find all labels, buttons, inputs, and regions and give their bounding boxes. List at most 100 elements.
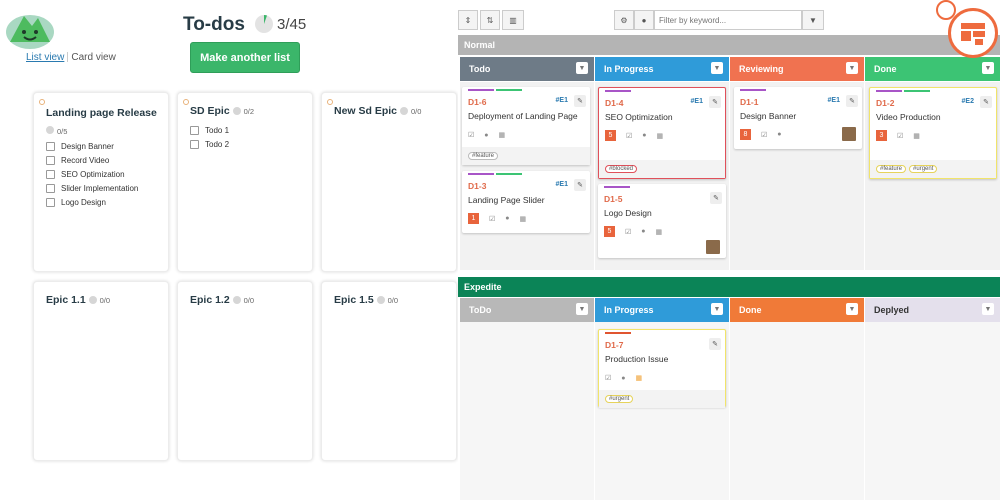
todo-list-card[interactable]: Epic 1.2 0/0 <box>177 281 313 461</box>
edit-icon[interactable]: ✎ <box>574 95 586 107</box>
todo-list-card[interactable]: New Sd Epic 0/0 <box>321 92 457 272</box>
column-header-in-progress[interactable]: In Progress ▼ <box>595 298 729 322</box>
epic-tag[interactable]: #E1 <box>691 98 703 105</box>
swimlane-normal[interactable]: Normal <box>458 35 1000 55</box>
epic-tag[interactable]: #E2 <box>962 98 974 105</box>
kanban-card[interactable]: D1-1 #E1 ✎ Design Banner 8 ☑ ● <box>734 87 862 149</box>
label-chip[interactable]: #urgent <box>605 395 634 403</box>
checkbox[interactable] <box>46 183 55 193</box>
card-view-link[interactable]: Card view <box>71 52 115 63</box>
list-title[interactable]: Landing page Release <box>46 107 157 119</box>
todo-item[interactable]: Todo 1 <box>190 123 229 137</box>
chevron-down-icon[interactable]: ▼ <box>711 62 723 74</box>
checkbox[interactable] <box>46 197 55 207</box>
chevron-down-icon[interactable]: ▼ <box>846 62 858 74</box>
comment-icon[interactable]: ● <box>505 215 509 222</box>
chevron-down-icon[interactable]: ▼ <box>846 303 858 315</box>
label-chip[interactable]: #blocked <box>605 165 638 173</box>
edit-icon[interactable]: ✎ <box>710 192 722 204</box>
checklist-icon[interactable]: ☑ <box>625 228 631 236</box>
checklist-icon[interactable]: ☑ <box>626 132 632 140</box>
todo-item[interactable]: Slider Implementation <box>46 181 138 195</box>
expand-icon[interactable]: ⇕ <box>458 10 478 30</box>
epic-tag[interactable]: #E1 <box>556 181 568 188</box>
todo-item[interactable]: Logo Design <box>46 195 138 209</box>
label-chip[interactable]: #feature <box>876 165 907 173</box>
chevron-down-icon[interactable]: ▼ <box>576 62 588 74</box>
comment-icon[interactable]: ● <box>641 228 645 235</box>
calendar-icon[interactable]: ▦ <box>636 374 643 382</box>
comment-icon[interactable]: ● <box>621 375 625 382</box>
list-title[interactable]: SD Epic 0/2 <box>190 105 254 117</box>
todo-item[interactable]: Todo 2 <box>190 137 229 151</box>
list-title[interactable]: Epic 1.5 0/0 <box>334 294 398 306</box>
label-chip[interactable]: #feature <box>468 152 499 160</box>
make-another-list-button[interactable]: Make another list <box>190 42 300 73</box>
column-header-in-progress[interactable]: In Progress ▼ <box>595 57 729 81</box>
kanban-card[interactable]: D1-3 #E1 ✎ Landing Page Slider 1 ☑ ● ▦ <box>462 171 590 233</box>
column-header-done[interactable]: Done ▼ <box>730 298 864 322</box>
checkbox[interactable] <box>46 169 55 179</box>
todo-list-card[interactable]: SD Epic 0/2 Todo 1 Todo 2 <box>177 92 313 272</box>
kanban-card[interactable]: D1-4 #E1 ✎ SEO Optimization 5 ☑ ● ▦ #blocke… <box>598 87 726 179</box>
filter-input[interactable] <box>654 10 802 30</box>
gear-icon[interactable]: ⚙ <box>614 10 634 30</box>
comment-icon[interactable]: ● <box>484 132 488 139</box>
comment-icon[interactable]: ● <box>777 131 781 138</box>
filter-icon[interactable]: ▼ <box>802 10 824 30</box>
column-header-reviewing[interactable]: Reviewing ▼ <box>730 57 864 81</box>
calendar-icon[interactable]: ▦ <box>913 132 920 140</box>
kanban-card[interactable]: D1-6 #E1 ✎ Deployment of Landing Page ☑ ●… <box>462 87 590 165</box>
checkbox[interactable] <box>46 141 55 151</box>
avatar[interactable] <box>706 240 720 254</box>
epic-tag[interactable]: #E1 <box>828 97 840 104</box>
column-header-todo[interactable]: Todo ▼ <box>460 57 594 81</box>
list-title[interactable]: Epic 1.2 0/0 <box>190 294 254 306</box>
todo-item[interactable]: Record Video <box>46 153 138 167</box>
edit-icon[interactable]: ✎ <box>846 95 858 107</box>
column-header-deployed[interactable]: Deplyed ▼ <box>865 298 1000 322</box>
board-toolbar: ⇕ ⇅ ▥ ⚙ ● ▼ <box>458 10 1000 32</box>
todo-list-card[interactable]: Epic 1.1 0/0 <box>33 281 169 461</box>
calendar-icon[interactable]: ▦ <box>499 131 506 139</box>
column-header-todo[interactable]: ToDo ▼ <box>460 298 594 322</box>
chart-icon[interactable]: ▥ <box>502 10 524 30</box>
epic-tag[interactable]: #E1 <box>556 97 568 104</box>
avatar[interactable] <box>842 127 856 141</box>
calendar-icon[interactable]: ▦ <box>656 228 663 236</box>
column-header-done[interactable]: Done ▼ <box>865 57 1000 81</box>
checklist-icon[interactable]: ☑ <box>468 131 474 139</box>
todo-list-card[interactable]: Landing page Release 0/5 Design Banner R… <box>33 92 169 272</box>
chevron-down-icon[interactable]: ▼ <box>711 303 723 315</box>
chevron-down-icon[interactable]: ▼ <box>982 62 994 74</box>
kanban-card[interactable]: D1-7 ✎ Production Issue ☑ ● ▦ #urgent <box>598 329 726 408</box>
list-title[interactable]: Epic 1.1 0/0 <box>46 294 110 306</box>
list-view-link[interactable]: List view <box>26 52 64 63</box>
kanban-card[interactable]: D1-2 #E2 ✎ Video Production 3 ☑ ▦ #feature… <box>869 87 997 179</box>
chevron-down-icon[interactable]: ▼ <box>576 303 588 315</box>
list-title[interactable]: New Sd Epic 0/0 <box>334 105 421 117</box>
user-icon[interactable]: ● <box>634 10 654 30</box>
sort-icon[interactable]: ⇅ <box>480 10 500 30</box>
checklist-icon[interactable]: ☑ <box>605 374 611 382</box>
chevron-down-icon[interactable]: ▼ <box>982 303 994 315</box>
todo-list-card[interactable]: Epic 1.5 0/0 <box>321 281 457 461</box>
kanban-card[interactable]: D1-5 ✎ Logo Design 5 ☑ ● ▦ <box>598 184 726 258</box>
edit-icon[interactable]: ✎ <box>980 96 992 108</box>
checklist-icon[interactable]: ☑ <box>761 131 767 139</box>
label-chip[interactable]: #urgent <box>909 165 938 173</box>
todo-item[interactable]: Design Banner <box>46 139 138 153</box>
swimlane-expedite[interactable]: Expedite <box>458 277 1000 297</box>
calendar-icon[interactable]: ▦ <box>520 215 527 223</box>
checkbox[interactable] <box>190 125 199 135</box>
checklist-icon[interactable]: ☑ <box>897 132 903 140</box>
checkbox[interactable] <box>46 155 55 165</box>
calendar-icon[interactable]: ▦ <box>657 132 664 140</box>
checklist-icon[interactable]: ☑ <box>489 215 495 223</box>
comment-icon[interactable]: ● <box>642 132 646 139</box>
todo-item[interactable]: SEO Optimization <box>46 167 138 181</box>
edit-icon[interactable]: ✎ <box>709 96 721 108</box>
edit-icon[interactable]: ✎ <box>574 179 586 191</box>
checkbox[interactable] <box>190 139 199 149</box>
edit-icon[interactable]: ✎ <box>709 338 721 350</box>
